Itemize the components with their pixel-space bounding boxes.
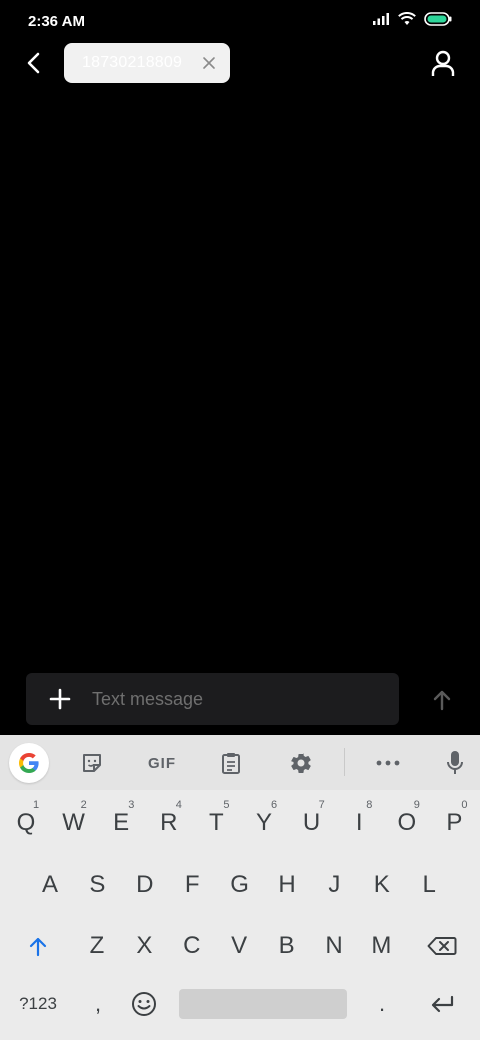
key[interactable]: L: [407, 859, 451, 911]
key[interactable]: S: [75, 859, 119, 911]
key[interactable]: A: [28, 859, 72, 911]
signal-icon: [373, 13, 389, 25]
key[interactable]: U: [290, 797, 334, 849]
shift-arrow-icon: [29, 937, 47, 957]
contact-icon[interactable]: [430, 50, 456, 78]
keyboard: G I F Q 1 W 2 E 3 R 4 T 5 Y 6 U 7 I 8 O 9 …: [0, 735, 480, 1040]
send-icon[interactable]: [430, 688, 454, 712]
wifi-icon: [398, 12, 416, 25]
shift-key[interactable]: [16, 921, 60, 971]
key[interactable]: D: [123, 859, 167, 911]
gif-button[interactable]: GIF: [143, 745, 181, 781]
key[interactable]: Q: [4, 797, 48, 849]
sticker-button[interactable]: [74, 745, 110, 781]
key[interactable]: P: [432, 797, 476, 849]
keyboard-toolbar: GIF: [0, 735, 480, 790]
key-number-hint: 0: [461, 799, 468, 811]
google-button[interactable]: [9, 743, 49, 783]
key[interactable]: E: [99, 797, 143, 849]
conversation-header: 18730218809: [0, 42, 480, 86]
message-input[interactable]: [92, 673, 382, 725]
key-number-hint: 3: [128, 799, 135, 811]
recipient-chip[interactable]: 18730218809: [64, 43, 230, 83]
key-number-hint: 2: [80, 799, 87, 811]
battery-icon: [424, 12, 452, 26]
emoji-icon: [132, 992, 156, 1016]
settings-button[interactable]: [283, 745, 319, 781]
key[interactable]: T: [194, 797, 238, 849]
backspace-icon: [427, 937, 457, 955]
google-g-icon: [19, 753, 39, 773]
key[interactable]: I: [337, 797, 381, 849]
key[interactable]: K: [360, 859, 404, 911]
clipboard-button[interactable]: [213, 745, 249, 781]
key-number-hint: 1: [33, 799, 40, 811]
key[interactable]: R: [147, 797, 191, 849]
gear-icon: [291, 753, 311, 774]
key[interactable]: O: [385, 797, 429, 849]
key[interactable]: V: [217, 920, 261, 972]
compose-bar: [26, 673, 399, 725]
period-key[interactable]: .: [360, 981, 404, 1027]
comma-key[interactable]: ,: [76, 981, 120, 1027]
key[interactable]: G: [218, 859, 262, 911]
emoji-key[interactable]: [122, 981, 166, 1027]
gif-label: GIF: [148, 754, 176, 772]
voice-input-button[interactable]: [437, 745, 473, 781]
space-key[interactable]: [179, 989, 347, 1019]
back-button[interactable]: [18, 48, 48, 78]
key-number-hint: 5: [223, 799, 230, 811]
more-dots-icon: [376, 760, 400, 766]
recipient-number: 18730218809: [82, 54, 183, 71]
key[interactable]: X: [122, 920, 166, 972]
remove-recipient-icon[interactable]: [202, 56, 216, 70]
enter-key[interactable]: [418, 981, 466, 1027]
key[interactable]: W: [52, 797, 96, 849]
key[interactable]: M: [359, 920, 403, 972]
key[interactable]: N: [312, 920, 356, 972]
key-number-hint: 4: [175, 799, 182, 811]
key[interactable]: H: [265, 859, 309, 911]
key[interactable]: Y: [242, 797, 286, 849]
toolbar-divider: [344, 748, 345, 776]
key[interactable]: B: [265, 920, 309, 972]
key-number-hint: 6: [271, 799, 278, 811]
key-number-hint: 9: [413, 799, 420, 811]
sticker-icon: [83, 754, 101, 772]
more-button[interactable]: [370, 745, 406, 781]
key[interactable]: F: [170, 859, 214, 911]
back-arrow-icon: [27, 52, 40, 74]
status-icons: [372, 12, 452, 26]
key-number-hint: 7: [318, 799, 325, 811]
key[interactable]: Z: [75, 920, 119, 972]
key-number-hint: 8: [366, 799, 373, 811]
symbols-key[interactable]: ?123: [6, 981, 70, 1027]
clipboard-icon: [222, 753, 240, 774]
enter-arrow-icon: [431, 995, 454, 1013]
status-time: 2:36 AM: [28, 13, 85, 30]
key[interactable]: J: [312, 859, 356, 911]
backspace-key[interactable]: [418, 921, 466, 971]
key[interactable]: C: [170, 920, 214, 972]
add-attachment-icon[interactable]: [48, 687, 72, 711]
status-bar: 2:36 AM: [0, 0, 480, 44]
microphone-icon: [447, 751, 463, 774]
